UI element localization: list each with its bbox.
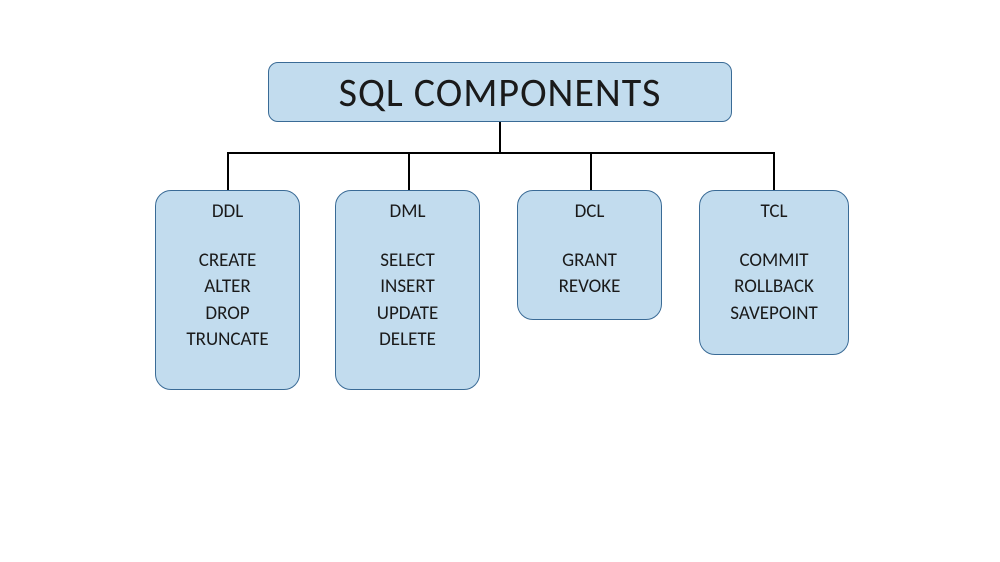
child-items: SELECT INSERT UPDATE DELETE: [336, 248, 479, 354]
child-node-ddl: DDL CREATE ALTER DROP TRUNCATE: [155, 190, 300, 390]
child-item: DROP: [156, 301, 299, 328]
child-item: SELECT: [336, 248, 479, 275]
child-item: DELETE: [336, 327, 479, 354]
child-items: COMMIT ROLLBACK SAVEPOINT: [700, 248, 848, 328]
child-item: SAVEPOINT: [700, 301, 848, 328]
child-item: UPDATE: [336, 301, 479, 328]
child-title: TCL: [700, 199, 848, 226]
child-item: INSERT: [336, 274, 479, 301]
child-node-dcl: DCL GRANT REVOKE: [517, 190, 662, 320]
connector-line: [227, 152, 774, 154]
connector-line: [499, 122, 501, 152]
child-title: DDL: [156, 199, 299, 226]
connector-line: [408, 152, 410, 190]
connector-line: [590, 152, 592, 190]
child-item: ALTER: [156, 274, 299, 301]
child-node-tcl: TCL COMMIT ROLLBACK SAVEPOINT: [699, 190, 849, 355]
child-title: DCL: [518, 199, 661, 226]
child-node-dml: DML SELECT INSERT UPDATE DELETE: [335, 190, 480, 390]
child-item: CREATE: [156, 248, 299, 275]
child-item: COMMIT: [700, 248, 848, 275]
connector-line: [773, 152, 775, 190]
root-title: SQL COMPONENTS: [339, 68, 662, 117]
child-items: GRANT REVOKE: [518, 248, 661, 301]
child-item: TRUNCATE: [156, 327, 299, 354]
child-item: ROLLBACK: [700, 274, 848, 301]
root-node: SQL COMPONENTS: [268, 62, 732, 122]
child-items: CREATE ALTER DROP TRUNCATE: [156, 248, 299, 354]
child-title: DML: [336, 199, 479, 226]
child-item: REVOKE: [518, 274, 661, 301]
connector-line: [227, 152, 229, 190]
child-item: GRANT: [518, 248, 661, 275]
